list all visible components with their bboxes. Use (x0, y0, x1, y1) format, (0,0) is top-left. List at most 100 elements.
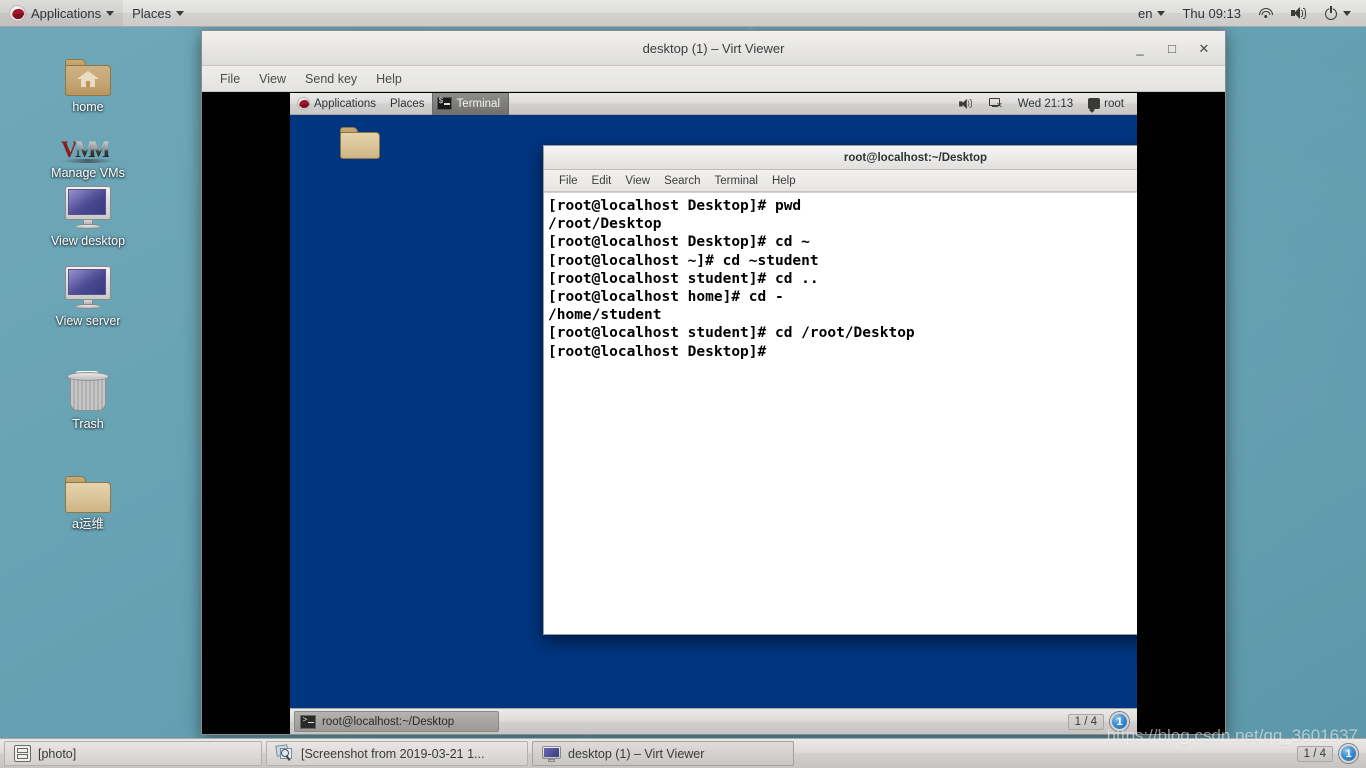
taskbar-item-screenshot[interactable]: [Screenshot from 2019-03-21 1... (266, 741, 528, 766)
taskbar-item-virt-viewer[interactable]: desktop (1) – Virt Viewer (532, 741, 794, 766)
user-icon (1088, 98, 1101, 109)
chevron-down-icon (176, 10, 185, 16)
guest-user-label: root (1104, 97, 1124, 110)
screenshot-icon (275, 744, 294, 762)
desktop-icon-trash[interactable]: Trash (33, 363, 143, 432)
virt-viewer-titlebar[interactable]: desktop (1) – Virt Viewer _ □ ✕ (202, 31, 1225, 66)
desktop-icon-label: View desktop (50, 234, 126, 248)
close-button[interactable]: ✕ (1189, 35, 1219, 63)
menu-terminal[interactable]: Terminal (708, 173, 765, 189)
menu-view[interactable]: View (618, 173, 657, 189)
host-top-panel: Applications Places en Thu 09:13 (0, 0, 1366, 27)
volume-status[interactable] (1282, 0, 1315, 26)
taskbar-item-label: [photo] (38, 746, 77, 761)
guest-desktop[interactable]: Applications Places Terminal (290, 93, 1137, 734)
guest-terminal-window[interactable]: root@localhost:~/Desktop _ □ ✕ File Edit… (543, 145, 1137, 635)
keyboard-layout-label: en (1137, 5, 1153, 21)
network-icon: ✕ (988, 97, 1003, 110)
guest-volume-status[interactable] (951, 93, 980, 114)
guest-panel-tray: ✕ Wed 21:13 root (951, 93, 1137, 114)
desktop-icon-home[interactable]: home (33, 46, 143, 115)
guest-workspace-switcher[interactable]: 1 / 4 1 (1067, 712, 1137, 731)
system-menu[interactable] (1315, 0, 1360, 26)
menu-view[interactable]: View (251, 69, 294, 89)
guest-user-menu[interactable]: root (1081, 93, 1131, 114)
places-menu[interactable]: Places (123, 0, 193, 26)
virt-viewer-menubar: File View Send key Help (202, 66, 1225, 92)
desktop-icon-view-server[interactable]: View server (33, 260, 143, 329)
volume-icon (958, 98, 972, 109)
home-folder-icon (33, 46, 143, 96)
desktop-icon-manage-vms[interactable]: VMM Manage VMs (33, 112, 143, 181)
trash-icon (33, 363, 143, 413)
places-menu-label: Places (132, 5, 172, 21)
virt-viewer-title: desktop (1) – Virt Viewer (642, 40, 785, 56)
desktop-icon-view-desktop[interactable]: View desktop (33, 180, 143, 249)
archive-icon (14, 745, 31, 762)
guest-desktop-folder-icon[interactable] (340, 127, 380, 159)
guest-workspace-count: 1 / 4 (1067, 713, 1104, 730)
virt-viewer-display-canvas[interactable]: Applications Places Terminal (202, 93, 1225, 734)
wifi-icon (1258, 7, 1273, 20)
host-workspace-count: 1 / 4 (1296, 745, 1333, 762)
guest-window-list-terminal[interactable]: Terminal (431, 93, 510, 115)
menu-file[interactable]: File (552, 173, 585, 189)
volume-icon (1291, 7, 1306, 20)
guest-applications-menu[interactable]: Applications (290, 93, 383, 114)
menu-search[interactable]: Search (657, 173, 707, 189)
minimize-button[interactable]: _ (1125, 35, 1155, 63)
host-taskbar: [photo] [Screenshot from 2019-03-21 1...… (0, 738, 1366, 768)
guest-active-task-label: Terminal (456, 97, 501, 110)
guest-taskbar-item-terminal[interactable]: root@localhost:~/Desktop (294, 711, 499, 732)
wifi-status[interactable] (1249, 0, 1282, 26)
chevron-down-icon (1343, 10, 1351, 16)
guest-top-panel: Applications Places Terminal (290, 93, 1137, 115)
virt-viewer-window-controls: _ □ ✕ (1125, 31, 1219, 66)
terminal-icon (300, 714, 316, 729)
taskbar-item-photo[interactable]: [photo] (4, 741, 262, 766)
menu-send-key[interactable]: Send key (297, 69, 365, 89)
power-icon (1324, 6, 1338, 20)
monitor-icon (33, 180, 143, 230)
taskbar-item-label: desktop (1) – Virt Viewer (568, 746, 705, 761)
guest-terminal-body[interactable]: [root@localhost Desktop]# pwd /root/Desk… (544, 192, 1137, 634)
applications-menu[interactable]: Applications (0, 0, 124, 26)
guest-network-status[interactable]: ✕ (982, 93, 1010, 114)
desktop-icon-label: View server (55, 314, 121, 328)
keyboard-layout-menu[interactable]: en (1129, 0, 1174, 26)
guest-clock[interactable]: Wed 21:13 (1012, 98, 1079, 110)
guest-applications-label: Applications (314, 97, 377, 110)
taskbar-item-label: [Screenshot from 2019-03-21 1... (301, 746, 485, 761)
guest-workspace-indicator[interactable]: 1 (1110, 712, 1129, 731)
redhat-logo-icon (9, 4, 26, 22)
chevron-down-icon (106, 10, 115, 16)
host-workspace-switcher[interactable]: 1 / 4 1 (1296, 744, 1366, 763)
guest-places-label: Places (390, 97, 425, 110)
monitor-icon (542, 745, 561, 762)
host-workspace-indicator[interactable]: 1 (1339, 744, 1358, 763)
host-clock[interactable]: Thu 09:13 (1174, 6, 1249, 21)
vmm-logo-icon: VMM (33, 112, 143, 163)
guest-terminal-titlebar[interactable]: root@localhost:~/Desktop _ □ ✕ (544, 146, 1137, 170)
maximize-button[interactable]: □ (1157, 35, 1187, 63)
terminal-icon (436, 97, 452, 110)
guest-terminal-title: root@localhost:~/Desktop (843, 151, 988, 164)
menu-file[interactable]: File (212, 69, 248, 89)
menu-help[interactable]: Help (368, 69, 410, 89)
desktop-icon-label: Manage VMs (51, 166, 125, 180)
guest-terminal-menubar: File Edit View Search Terminal Help (544, 170, 1137, 192)
chevron-down-icon (1157, 10, 1166, 16)
desktop-icon-label: a运维 (72, 517, 104, 531)
menu-edit[interactable]: Edit (585, 173, 619, 189)
monitor-icon (33, 260, 143, 310)
terminal-output[interactable]: [root@localhost Desktop]# pwd /root/Desk… (544, 193, 1137, 634)
desktop-icon-label: Trash (72, 417, 104, 431)
guest-taskbar-item-label: root@localhost:~/Desktop (322, 715, 455, 728)
redhat-logo-icon (297, 97, 310, 110)
guest-places-menu[interactable]: Places (383, 93, 432, 114)
virt-viewer-window[interactable]: desktop (1) – Virt Viewer _ □ ✕ File Vie… (201, 30, 1226, 735)
host-panel-tray: en Thu 09:13 (1129, 0, 1366, 26)
menu-help[interactable]: Help (765, 173, 803, 189)
desktop-icon-a-yunwei[interactable]: a运维 (33, 463, 143, 532)
folder-icon (33, 463, 143, 513)
